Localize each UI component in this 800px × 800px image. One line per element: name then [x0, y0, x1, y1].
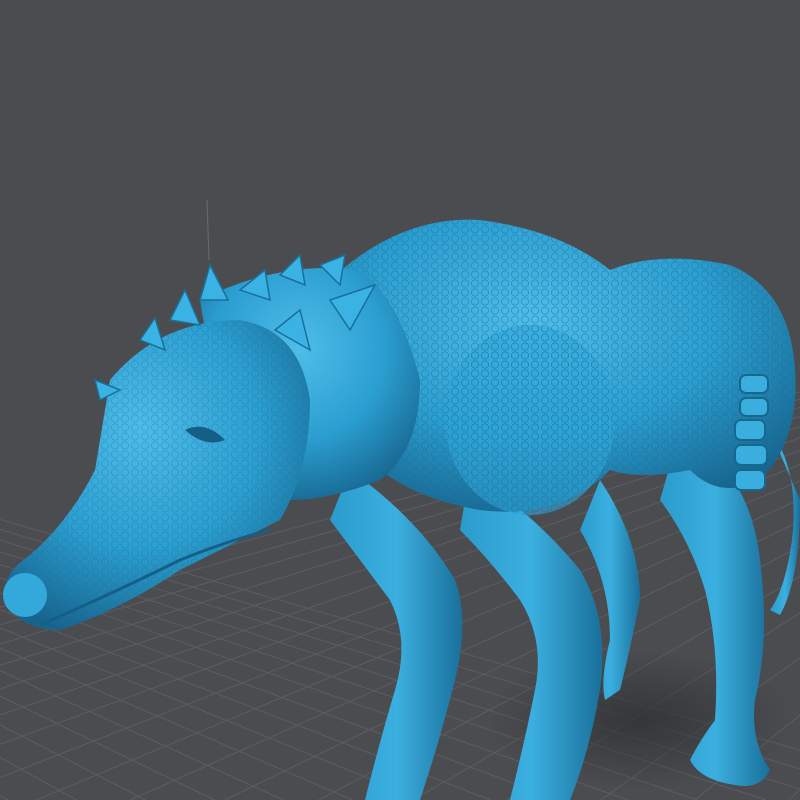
creature-shoulder-texture	[445, 325, 615, 515]
3d-viewport[interactable]	[0, 0, 800, 800]
creature-nose	[3, 573, 47, 617]
